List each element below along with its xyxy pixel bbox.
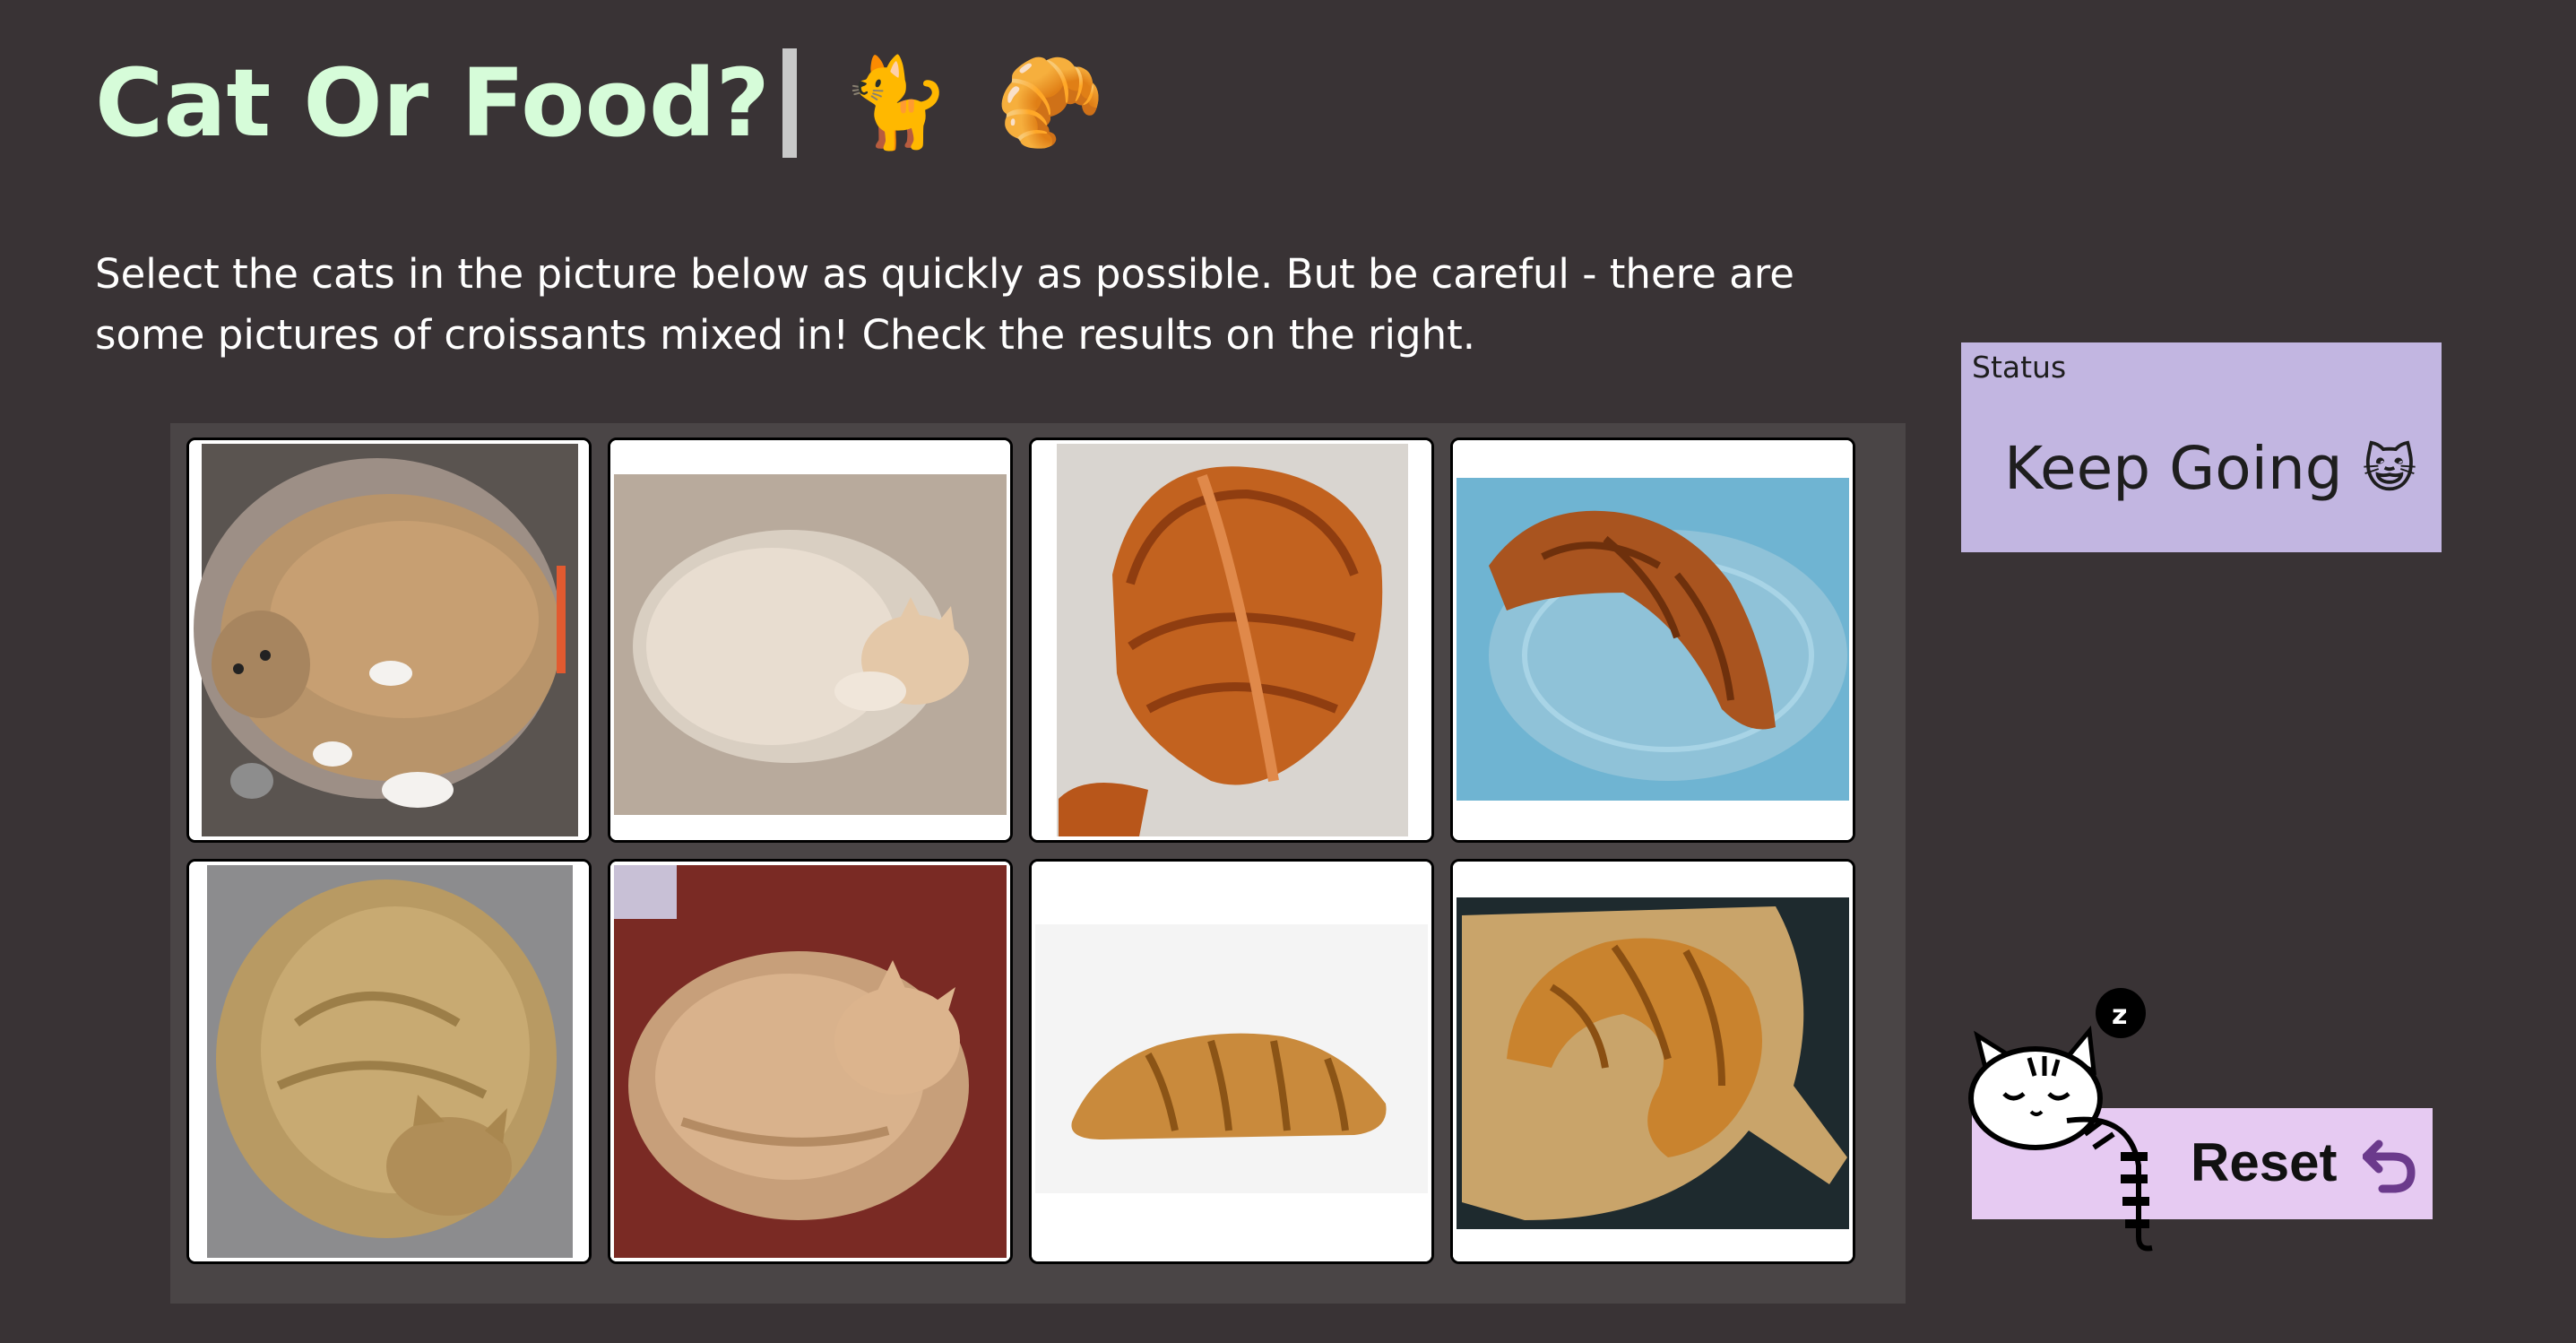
title-divider (782, 48, 797, 158)
grid-tile-croissant[interactable] (1029, 438, 1434, 843)
cat-photo-icon (189, 440, 589, 840)
page-title: Cat Or Food? 🐈 🥐 (95, 45, 1150, 161)
cat-emoji-icon: 🐈 (841, 52, 951, 154)
status-panel: Status Keep Going 😺 (1961, 342, 2442, 552)
sleeping-cat-icon: z (1968, 988, 2153, 1252)
grid-tile-cat[interactable] (186, 438, 592, 843)
cat-photo-icon (189, 862, 589, 1261)
cat-photo-icon (610, 862, 1010, 1261)
image-grid (170, 423, 1906, 1304)
reset-label: Reset (2191, 1132, 2338, 1192)
croissant-photo-icon (1032, 440, 1431, 840)
status-value: Keep Going 😺 (2004, 434, 2416, 503)
smiling-cat-emoji-icon: 😺 (2362, 438, 2417, 499)
status-label: Status (1972, 350, 2067, 385)
grid-tile-cat[interactable] (608, 438, 1013, 843)
instructions-text: Select the cats in the picture below as … (95, 250, 1794, 359)
croissant-photo-icon (1453, 862, 1853, 1261)
status-text: Keep Going (2004, 434, 2343, 503)
grid-tile-croissant[interactable] (1450, 859, 1855, 1264)
grid-tile-cat[interactable] (608, 859, 1013, 1264)
croissant-photo-icon (1032, 862, 1431, 1261)
title-text: Cat Or Food? (95, 48, 770, 158)
sleep-z-text: z (2112, 1000, 2127, 1031)
undo-arrow-icon (2363, 1139, 2416, 1193)
grid-tile-croissant[interactable] (1029, 859, 1434, 1264)
croissant-photo-icon (1453, 440, 1853, 840)
croissant-emoji-icon: 🥐 (995, 52, 1105, 154)
grid-tile-croissant[interactable] (1450, 438, 1855, 843)
cat-photo-icon (610, 440, 1010, 840)
grid-tile-cat[interactable] (186, 859, 592, 1264)
